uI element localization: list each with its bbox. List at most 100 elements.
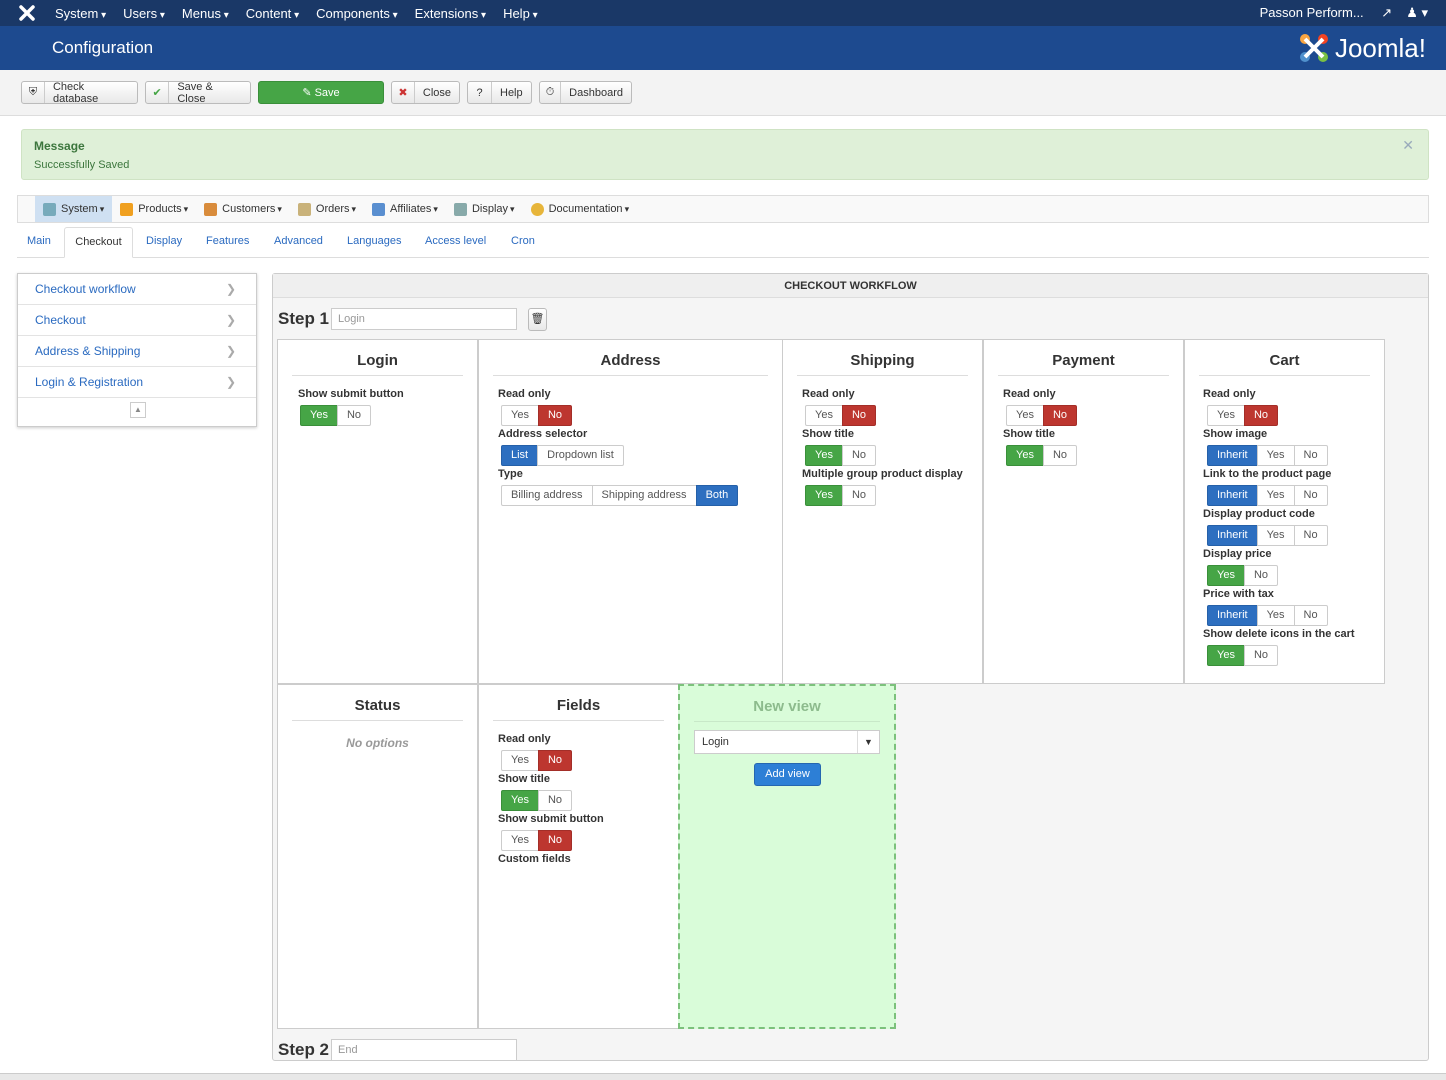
collapse-icon[interactable]: ▲ — [130, 402, 146, 418]
cancel-icon: ✖ — [392, 82, 415, 103]
sidebar-item-checkout-workflow[interactable]: Checkout workflow ❯ — [18, 274, 256, 305]
subnav-affiliates[interactable]: Affiliates — [364, 196, 446, 222]
chevron-down-icon: ▼ — [857, 731, 879, 753]
gear-icon — [530, 202, 544, 216]
menu-extensions[interactable]: Extensions — [415, 6, 486, 21]
link-product-toggle: Inherit Yes No — [1207, 485, 1328, 506]
status-view: Status No options — [277, 684, 478, 1029]
step-2-input[interactable]: End — [331, 1039, 517, 1061]
tab-checkout[interactable]: Checkout — [64, 227, 133, 258]
menu-content[interactable]: Content — [246, 6, 299, 21]
tab-languages[interactable]: Languages — [347, 227, 401, 258]
step-2-label: Step 2 — [278, 1040, 330, 1059]
subnav-customers[interactable]: Customers — [196, 196, 290, 222]
site-link[interactable]: Passon Perform... ↗ — [1246, 5, 1393, 21]
toolbar: ⛨ Check database ✔ Save & Close ✎ Save ✖ Cl… — [0, 70, 1446, 116]
workflow-heading: CHECKOUT WORKFLOW — [273, 274, 1428, 298]
new-view-dropzone[interactable]: New view Login ▼ Add view — [678, 684, 896, 1029]
show-title-toggle: Yes No — [1006, 445, 1078, 466]
status-bar — [0, 1073, 1446, 1080]
add-view-button[interactable]: Add view — [754, 763, 821, 786]
shipping-view: Shipping Read only Yes No Show title Yes N… — [782, 339, 983, 684]
view-title: Fields — [493, 697, 664, 721]
page-title: Configuration — [52, 38, 154, 57]
display-icon — [453, 202, 467, 216]
question-icon: ? — [468, 82, 492, 103]
step-1-label: Step 1 — [278, 309, 330, 328]
tab-display[interactable]: Display — [146, 227, 182, 258]
external-link-icon: ↗ — [1381, 5, 1393, 20]
checkout-sidebar: Checkout workflow ❯ Checkout ❯ Address & S… — [17, 273, 257, 427]
view-title: Login — [292, 352, 463, 376]
view-title: New view — [694, 698, 880, 722]
read-only-toggle: Yes No — [1006, 405, 1078, 426]
tab-advanced[interactable]: Advanced — [274, 227, 323, 258]
dashboard-icon: ⏱ — [540, 82, 562, 103]
multi-group-toggle: Yes No — [805, 485, 877, 506]
show-submit-toggle: Yes No — [300, 405, 372, 426]
chevron-right-icon: ❯ — [225, 375, 236, 389]
sidebar-item-login-registration[interactable]: Login & Registration ❯ — [18, 367, 256, 398]
read-only-toggle: Yes No — [1207, 405, 1279, 426]
success-message: Message Successfully Saved ✕ — [21, 129, 1429, 180]
menu-menus[interactable]: Menus — [182, 6, 229, 21]
users-icon — [204, 202, 218, 216]
tab-access-level[interactable]: Access level — [425, 227, 486, 258]
subnav-system[interactable]: System — [35, 196, 113, 222]
no-options-text: No options — [346, 736, 409, 750]
orders-icon — [297, 202, 311, 216]
joomla-icon[interactable] — [18, 4, 36, 22]
tab-main[interactable]: Main — [27, 227, 51, 258]
sidebar-item-checkout[interactable]: Checkout ❯ — [18, 305, 256, 336]
fields-view: Fields Read only Yes No Show title Yes No … — [478, 684, 679, 1029]
close-button[interactable]: ✖ Close — [391, 81, 460, 104]
component-menu: System Products Customers Orders Affilia… — [17, 195, 1429, 223]
read-only-toggle: Yes No — [805, 405, 877, 426]
sidebar-item-address-shipping[interactable]: Address & Shipping ❯ — [18, 336, 256, 367]
chevron-right-icon: ❯ — [225, 282, 236, 296]
read-only-toggle: Yes No — [501, 405, 573, 426]
product-code-toggle: Inherit Yes No — [1207, 525, 1328, 546]
close-icon[interactable]: ✕ — [1402, 137, 1414, 154]
show-title-toggle: Yes No — [805, 445, 877, 466]
tab-features[interactable]: Features — [206, 227, 249, 258]
payment-view: Payment Read only Yes No Show title Yes No — [983, 339, 1184, 684]
dashboard-button[interactable]: ⏱ Dashboard — [539, 81, 632, 104]
cart-view: Cart Read only Yes No Show image Inherit Y… — [1184, 339, 1385, 684]
save-button[interactable]: ✎ Save — [258, 81, 384, 104]
subnav-orders[interactable]: Orders — [290, 196, 364, 222]
address-type-toggle: Billing address Shipping address Both — [501, 485, 739, 506]
subnav-documentation[interactable]: Documentation — [523, 196, 638, 222]
login-view: Login Show submit button Yes No — [277, 339, 478, 684]
show-image-toggle: Inherit Yes No — [1207, 445, 1328, 466]
joomla-brand-icon — [1299, 34, 1328, 62]
edit-icon: ✎ — [302, 87, 315, 99]
check-icon: ✔ — [146, 82, 170, 103]
save-close-button[interactable]: ✔ Save & Close — [145, 81, 251, 105]
price-tax-toggle: Inherit Yes No — [1207, 605, 1328, 626]
step-1-input[interactable]: Login — [331, 308, 517, 330]
view-title: Address — [493, 352, 768, 376]
view-select[interactable]: Login ▼ — [694, 730, 880, 754]
show-title-toggle: Yes No — [501, 790, 573, 811]
menu-users[interactable]: Users — [123, 6, 165, 21]
box-icon — [120, 202, 134, 216]
subnav-products[interactable]: Products — [112, 196, 196, 222]
trash-icon[interactable]: 🗑 — [528, 308, 547, 331]
check-database-button[interactable]: ⛨ Check database — [21, 81, 138, 105]
user-icon[interactable]: ♟ ▾ — [1406, 5, 1428, 21]
shield-icon: ⛨ — [22, 82, 45, 103]
display-price-toggle: Yes No — [1207, 565, 1279, 586]
menu-components[interactable]: Components — [316, 6, 398, 21]
view-title: Shipping — [797, 352, 968, 376]
page-header: Configuration Joomla! — [0, 26, 1446, 70]
show-submit-toggle: Yes No — [501, 830, 573, 851]
subnav-display[interactable]: Display — [446, 196, 523, 222]
menu-system[interactable]: System — [55, 6, 106, 21]
menu-help[interactable]: Help — [503, 6, 538, 21]
view-title: Cart — [1199, 352, 1370, 376]
address-view: Address Read only Yes No Address selector… — [478, 339, 783, 684]
tab-cron[interactable]: Cron — [511, 227, 535, 258]
chevron-right-icon: ❯ — [225, 344, 236, 358]
help-button[interactable]: ? Help — [467, 81, 532, 104]
